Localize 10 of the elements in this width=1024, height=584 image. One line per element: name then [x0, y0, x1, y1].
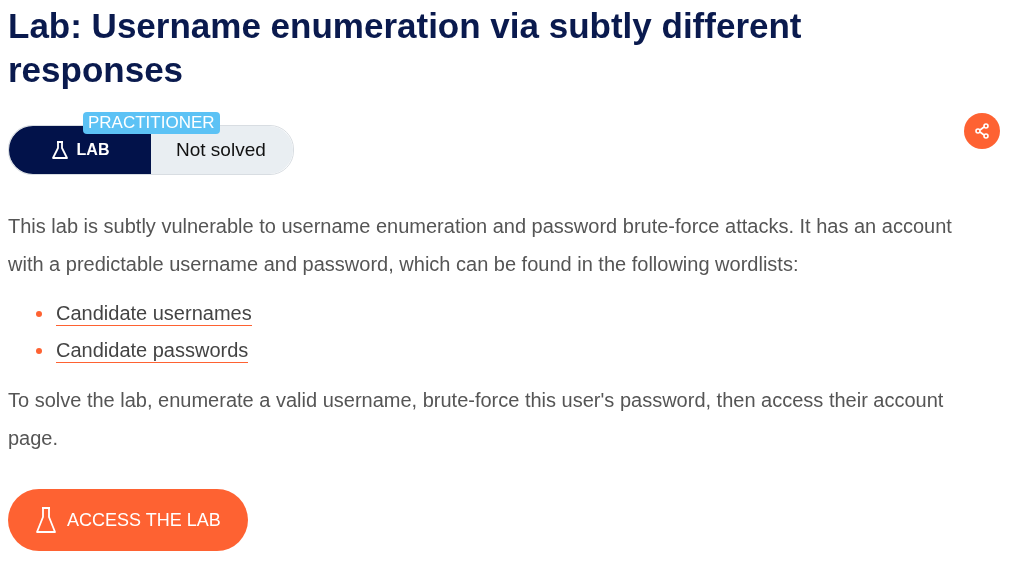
wordlist-link[interactable]: Candidate passwords	[56, 338, 249, 363]
task-paragraph: To solve the lab, enumerate a valid username, brute-force this user's password, then access their account page.	[8, 388, 945, 451]
page-title: Lab: Username enumeration via subtly different responses	[8, 5, 803, 91]
share-icon	[973, 122, 991, 140]
flask-icon	[35, 505, 57, 535]
level-tag: PRACTITIONER	[83, 112, 220, 134]
wordlist-link[interactable]: Candidate usernames	[56, 301, 252, 326]
flask-icon	[50, 140, 69, 160]
intro-paragraph: This lab is subtly vulnerable to username enumeration and password brute-force attacks. It has an account with a predictable username and password, which can be found in the following wordlists:	[8, 214, 953, 277]
share-button[interactable]	[964, 113, 1000, 149]
